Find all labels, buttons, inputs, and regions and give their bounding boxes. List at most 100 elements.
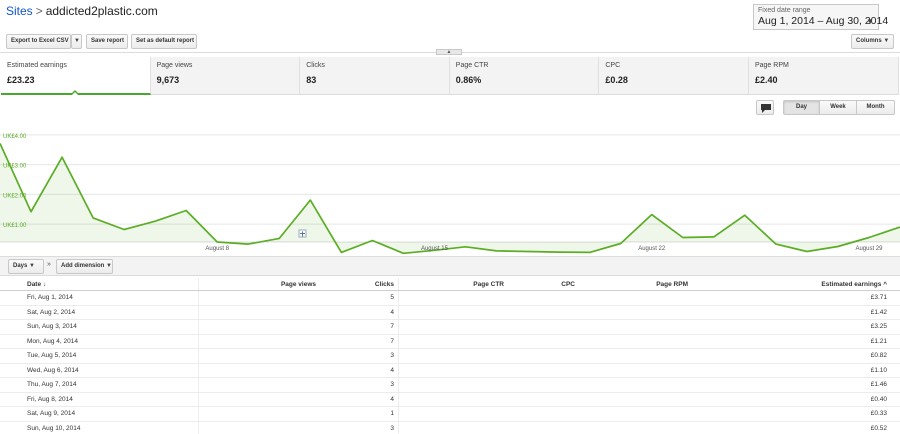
- cell-clicks: 3: [390, 352, 394, 359]
- cell-date: Fri, Aug 8, 2014: [27, 395, 73, 403]
- cell-clicks: 4: [390, 366, 394, 374]
- cell-estimated-earnings: £3.25: [870, 323, 887, 330]
- col-header-earnings-label: Estimated earnings: [821, 281, 882, 288]
- cell-clicks: 3: [390, 381, 394, 388]
- cell-date: Thu, Aug 7, 2014: [27, 381, 77, 388]
- cell-date: Mon, Aug 4, 2014: [27, 337, 78, 345]
- date-range-picker[interactable]: Fixed date range Aug 1, 2014 – Aug 30, 2…: [753, 4, 889, 30]
- date-range-value: Aug 1, 2014 – Aug 30, 2014: [758, 15, 889, 27]
- scorecard-estimated-earnings[interactable]: Estimated earnings £23.23: [1, 57, 151, 95]
- cell-clicks: 7: [390, 337, 394, 345]
- cell-clicks: 5: [390, 294, 394, 301]
- chevron-down-icon: ▼: [106, 263, 112, 269]
- scorecard-label: CPC: [605, 62, 621, 69]
- y-tick-label: UK£4.00: [3, 134, 27, 140]
- columns-label: Columns: [856, 38, 882, 44]
- x-tick-label: August 8: [205, 246, 229, 252]
- cell-estimated-earnings: £1.10: [870, 366, 887, 374]
- export-csv-label: Export to Excel CSV: [11, 38, 69, 44]
- col-header-page-rpm[interactable]: Page RPM: [656, 281, 688, 288]
- cell-estimated-earnings: £1.46: [870, 381, 887, 388]
- collapse-toggle[interactable]: ▲: [436, 49, 462, 55]
- cell-clicks: 4: [390, 308, 394, 316]
- date-range-label: Fixed date range: [758, 7, 811, 14]
- column-marker-icon: ^: [883, 281, 887, 288]
- comment-icon: [761, 104, 771, 113]
- col-header-date[interactable]: Date ↓: [27, 281, 46, 288]
- cell-estimated-earnings: £0.82: [870, 352, 887, 359]
- scorecard-value: £0.28: [605, 75, 628, 85]
- col-header-date-label: Date: [27, 281, 42, 288]
- table-row: Mon, Aug 4, 2014 7 £1.21: [0, 335, 900, 349]
- set-default-report-button[interactable]: Set as default report: [131, 34, 197, 49]
- plus-icon: [298, 229, 307, 238]
- col-header-page-ctr[interactable]: Page CTR: [473, 281, 504, 288]
- breadcrumb: Sites > addicted2plastic.com: [6, 4, 158, 18]
- table-row: Fri, Aug 1, 2014 5 £3.71: [0, 291, 900, 306]
- scorecard-label: Estimated earnings: [7, 62, 67, 69]
- chevron-down-icon: ▼: [74, 38, 80, 44]
- col-header-estimated-earnings[interactable]: Estimated earnings ^: [821, 281, 887, 288]
- cell-date: Sun, Aug 3, 2014: [27, 323, 77, 330]
- set-default-label: Set as default report: [136, 38, 195, 44]
- table-row: Sat, Aug 2, 2014 4 £1.42: [0, 306, 900, 320]
- granularity-day-button[interactable]: Day: [783, 100, 820, 115]
- table-row: Tue, Aug 5, 2014 3 £0.82: [0, 349, 900, 364]
- scorecard-label: Page views: [156, 62, 193, 69]
- save-report-button[interactable]: Save report: [86, 34, 128, 49]
- report-table: Date ↓ Page views Clicks Page CTR CPC Pa…: [0, 278, 900, 434]
- scorecard-cpc[interactable]: CPC £0.28: [599, 57, 749, 95]
- cell-date: Sat, Aug 2, 2014: [27, 308, 76, 316]
- cell-clicks: 1: [390, 410, 394, 417]
- columns-button[interactable]: Columns ▼: [851, 34, 894, 49]
- sort-arrow-icon: ↓: [42, 281, 47, 288]
- scorecard-value: 0.86%: [455, 75, 482, 85]
- col-header-page-views[interactable]: Page views: [281, 281, 316, 288]
- scorecard-page-ctr[interactable]: Page CTR 0.86%: [449, 57, 600, 95]
- breadcrumb-site-name: addicted2plastic.com: [45, 4, 158, 18]
- scorecard-page-views[interactable]: Page views 9,673: [150, 57, 301, 95]
- cell-estimated-earnings: £1.21: [870, 337, 887, 345]
- cell-estimated-earnings: £1.42: [870, 308, 887, 316]
- selected-pointer: [70, 90, 80, 95]
- cell-clicks: 7: [390, 323, 394, 330]
- cell-estimated-earnings: £0.52: [870, 424, 887, 432]
- add-dimension-button[interactable]: Add dimension ▼: [56, 259, 113, 274]
- export-menu-button[interactable]: ▼: [71, 34, 82, 49]
- breadcrumb-sites-link[interactable]: Sites: [6, 4, 33, 18]
- cell-date: Wed, Aug 6, 2014: [27, 366, 79, 374]
- table-row: Sun, Aug 3, 2014 7 £3.25: [0, 320, 900, 335]
- dimension-bar: Days ▼ » Add dimension ▼: [0, 257, 900, 276]
- table-row: Thu, Aug 7, 2014 3 £1.46: [0, 378, 900, 393]
- add-dimension-label: Add dimension: [61, 263, 105, 269]
- x-tick-label: August 22: [638, 246, 666, 252]
- export-csv-button[interactable]: Export to Excel CSV: [6, 34, 71, 49]
- dimension-arrow: »: [47, 261, 51, 268]
- col-header-clicks[interactable]: Clicks: [375, 281, 394, 288]
- cell-date: Sat, Aug 9, 2014: [27, 410, 76, 417]
- granularity-month-button[interactable]: Month: [857, 100, 895, 115]
- annotation-button[interactable]: [756, 100, 774, 115]
- days-label: Days: [13, 263, 28, 269]
- table-row: Sun, Aug 10, 2014 3 £0.52: [0, 422, 900, 434]
- granularity-week-button[interactable]: Week: [820, 100, 857, 115]
- table-row: Sat, Aug 9, 2014 1 £0.33: [0, 407, 900, 422]
- days-dimension-button[interactable]: Days ▼: [8, 259, 44, 274]
- cell-date: Sun, Aug 10, 2014: [27, 424, 81, 432]
- cell-estimated-earnings: £3.71: [870, 294, 887, 301]
- scorecard-label: Page CTR: [455, 62, 489, 69]
- series-area: [0, 143, 900, 254]
- scorecard-page-rpm[interactable]: Page RPM £2.40: [748, 57, 899, 95]
- table-row: Fri, Aug 8, 2014 4 £0.40: [0, 393, 900, 407]
- scorecard-value: £2.40: [754, 75, 778, 85]
- scorecard-value: 83: [306, 75, 317, 85]
- cell-clicks: 4: [390, 395, 394, 403]
- scorecard-clicks[interactable]: Clicks 83: [300, 57, 450, 95]
- col-header-cpc[interactable]: CPC: [561, 281, 575, 288]
- save-report-label: Save report: [91, 38, 125, 44]
- cell-clicks: 3: [390, 424, 394, 432]
- report-toolbar: Export to Excel CSV ▼ Save report Set as…: [6, 34, 900, 49]
- cell-date: Fri, Aug 1, 2014: [27, 294, 73, 301]
- earnings-chart: UK£4.00UK£3.00UK£2.00UK£1.00August 8Augu…: [0, 134, 900, 255]
- chevron-down-icon: ▼: [866, 17, 874, 26]
